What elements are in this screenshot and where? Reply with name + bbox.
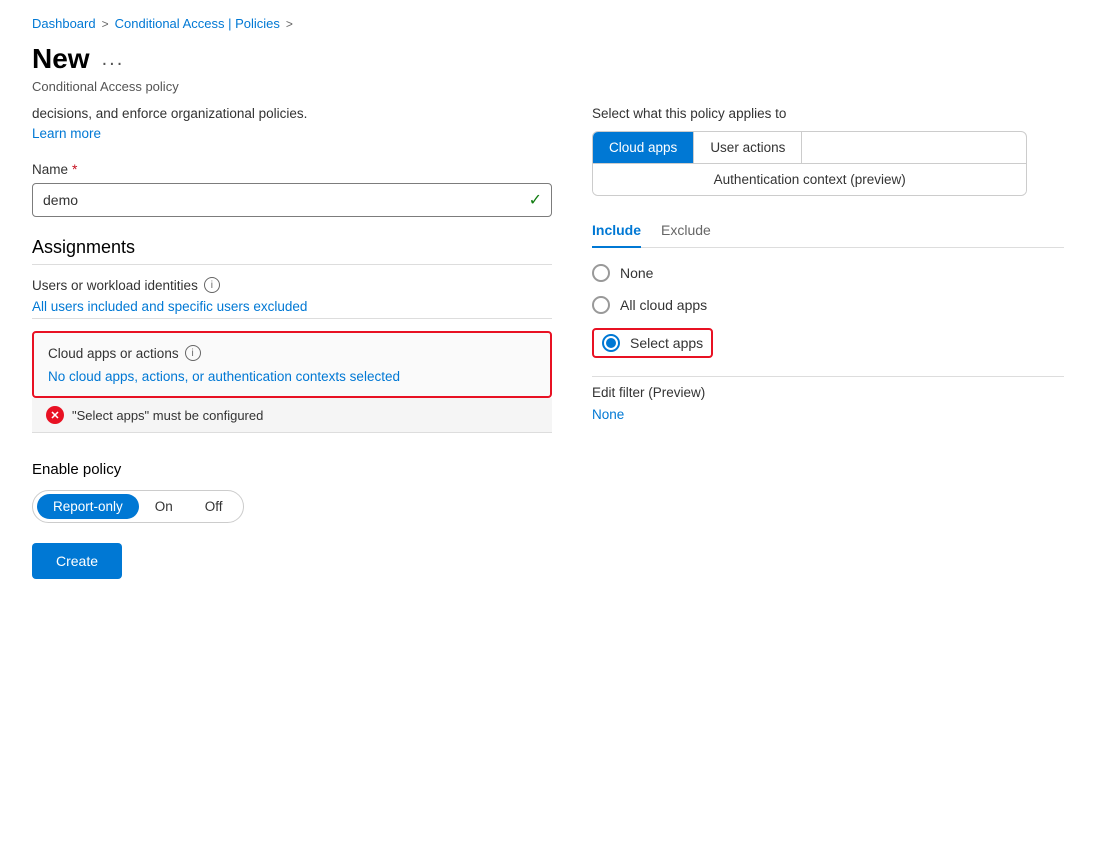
policy-applies-label: Select what this policy applies to bbox=[592, 106, 1064, 121]
right-column: Select what this policy applies to Cloud… bbox=[592, 106, 1064, 579]
error-message-text: "Select apps" must be configured bbox=[72, 408, 263, 423]
edit-filter-label: Edit filter (Preview) bbox=[592, 385, 1064, 400]
create-button[interactable]: Create bbox=[32, 543, 122, 579]
radio-none-label: None bbox=[620, 265, 653, 281]
app-type-cloud-apps[interactable]: Cloud apps bbox=[593, 132, 694, 163]
radio-none-circle bbox=[592, 264, 610, 282]
main-layout: decisions, and enforce organizational po… bbox=[32, 106, 1064, 579]
tab-exclude[interactable]: Exclude bbox=[661, 214, 711, 248]
radio-select-apps[interactable]: Select apps bbox=[602, 334, 703, 352]
name-label-row: Name * bbox=[32, 161, 552, 177]
error-circle-icon: ✕ bbox=[46, 406, 64, 424]
radio-select-apps-circle bbox=[602, 334, 620, 352]
toggle-report-only[interactable]: Report-only bbox=[37, 494, 139, 519]
tab-include[interactable]: Include bbox=[592, 214, 641, 248]
users-info-icon[interactable]: i bbox=[204, 277, 220, 293]
toggle-group: Report-only On Off bbox=[32, 490, 244, 523]
select-apps-box[interactable]: Select apps bbox=[592, 328, 713, 358]
app-type-user-actions[interactable]: User actions bbox=[694, 132, 802, 163]
name-label: Name bbox=[32, 162, 68, 177]
tabs: Include Exclude bbox=[592, 214, 1064, 248]
required-star: * bbox=[72, 161, 77, 177]
radio-all-cloud-apps[interactable]: All cloud apps bbox=[592, 296, 1064, 314]
cloud-apps-title: Cloud apps or actions i bbox=[48, 345, 536, 361]
page-container: Dashboard > Conditional Access | Policie… bbox=[0, 0, 1096, 595]
learn-more-link[interactable]: Learn more bbox=[32, 126, 101, 141]
assignments-title: Assignments bbox=[32, 237, 552, 265]
cloud-apps-error-text: No cloud apps, actions, or authenticatio… bbox=[48, 369, 536, 384]
radio-select-apps-inner bbox=[606, 338, 616, 348]
users-link[interactable]: All users included and specific users ex… bbox=[32, 299, 552, 319]
page-title: New bbox=[32, 43, 90, 75]
check-icon: ✓ bbox=[529, 190, 542, 210]
name-input[interactable] bbox=[32, 183, 552, 217]
toggle-on[interactable]: On bbox=[139, 494, 189, 519]
cloud-apps-box[interactable]: Cloud apps or actions i No cloud apps, a… bbox=[32, 331, 552, 398]
users-label: Users or workload identities i bbox=[32, 277, 552, 293]
radio-select-apps-label: Select apps bbox=[630, 335, 703, 351]
left-column: decisions, and enforce organizational po… bbox=[32, 106, 552, 579]
app-type-auth-context[interactable]: Authentication context (preview) bbox=[593, 164, 1026, 195]
cloud-apps-label-text: Cloud apps or actions bbox=[48, 346, 179, 361]
edit-filter-section: Edit filter (Preview) None bbox=[592, 376, 1064, 422]
edit-filter-link[interactable]: None bbox=[592, 407, 624, 422]
radio-all-label: All cloud apps bbox=[620, 297, 707, 313]
breadcrumb-dashboard[interactable]: Dashboard bbox=[32, 16, 96, 31]
breadcrumb-sep-2: > bbox=[286, 17, 293, 31]
page-subtitle: Conditional Access policy bbox=[32, 79, 1064, 94]
error-message: ✕ "Select apps" must be configured bbox=[32, 398, 552, 433]
title-row: New ... bbox=[32, 43, 1064, 75]
breadcrumb-sep-1: > bbox=[102, 17, 109, 31]
description-text: decisions, and enforce organizational po… bbox=[32, 106, 552, 121]
name-input-wrapper: ✓ bbox=[32, 183, 552, 217]
toggle-off[interactable]: Off bbox=[189, 494, 239, 519]
radio-none[interactable]: None bbox=[592, 264, 1064, 282]
breadcrumb-policies[interactable]: Conditional Access | Policies bbox=[115, 16, 280, 31]
enable-section: Enable policy Report-only On Off Create bbox=[32, 461, 552, 579]
radio-all-circle bbox=[592, 296, 610, 314]
app-type-group: Cloud apps User actions Authentication c… bbox=[592, 131, 1027, 196]
breadcrumb: Dashboard > Conditional Access | Policie… bbox=[32, 16, 1064, 31]
cloud-apps-info-icon[interactable]: i bbox=[185, 345, 201, 361]
ellipsis-button[interactable]: ... bbox=[102, 48, 125, 71]
users-label-text: Users or workload identities bbox=[32, 278, 198, 293]
radio-select-apps-wrapper: Select apps bbox=[592, 328, 1064, 358]
enable-policy-title: Enable policy bbox=[32, 461, 552, 478]
